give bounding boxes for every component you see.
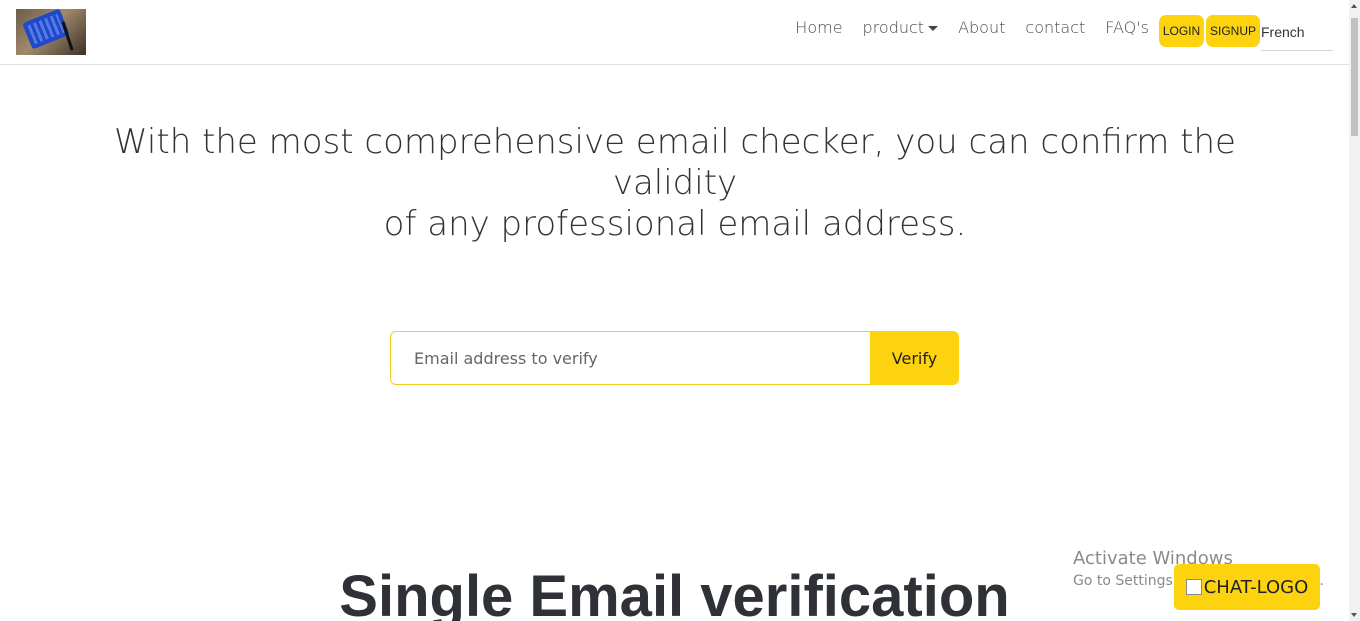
verify-button[interactable]: Verify <box>870 331 959 385</box>
broken-image-icon <box>1185 579 1202 595</box>
nav-product[interactable]: product <box>863 18 939 37</box>
nav-faqs[interactable]: FAQ's <box>1105 18 1149 37</box>
chevron-down-icon <box>928 26 939 31</box>
email-verify-form: Verify <box>390 331 959 385</box>
scroll-up-icon[interactable] <box>1351 4 1357 8</box>
scroll-down-icon[interactable] <box>1351 613 1357 617</box>
main-nav: Home product About contact FAQ's <box>795 18 1149 37</box>
hero-title: With the most comprehensive email checke… <box>90 122 1260 245</box>
logo-device-icon <box>22 9 70 50</box>
hero-title-line-1: With the most comprehensive email checke… <box>114 122 1236 203</box>
nav-home[interactable]: Home <box>795 18 842 37</box>
login-button[interactable]: LOGIN <box>1159 15 1204 47</box>
scrollbar-thumb[interactable] <box>1351 18 1358 136</box>
hero-title-line-2: of any professional email address. <box>383 204 967 244</box>
nav-product-label: product <box>862 18 925 37</box>
chat-logo-alt-text: CHAT-LOGO <box>1203 576 1309 598</box>
site-logo[interactable] <box>16 9 86 55</box>
signup-button[interactable]: SIGNUP <box>1206 15 1260 47</box>
navbar: Home product About contact FAQ's LOGIN S… <box>0 0 1349 65</box>
chat-button[interactable]: CHAT-LOGO <box>1174 564 1320 610</box>
language-select[interactable]: French <box>1261 24 1333 51</box>
page: Home product About contact FAQ's LOGIN S… <box>0 0 1360 621</box>
nav-contact[interactable]: contact <box>1025 18 1085 37</box>
vertical-scrollbar[interactable] <box>1349 0 1360 621</box>
email-input[interactable] <box>390 331 870 385</box>
nav-about[interactable]: About <box>958 18 1005 37</box>
